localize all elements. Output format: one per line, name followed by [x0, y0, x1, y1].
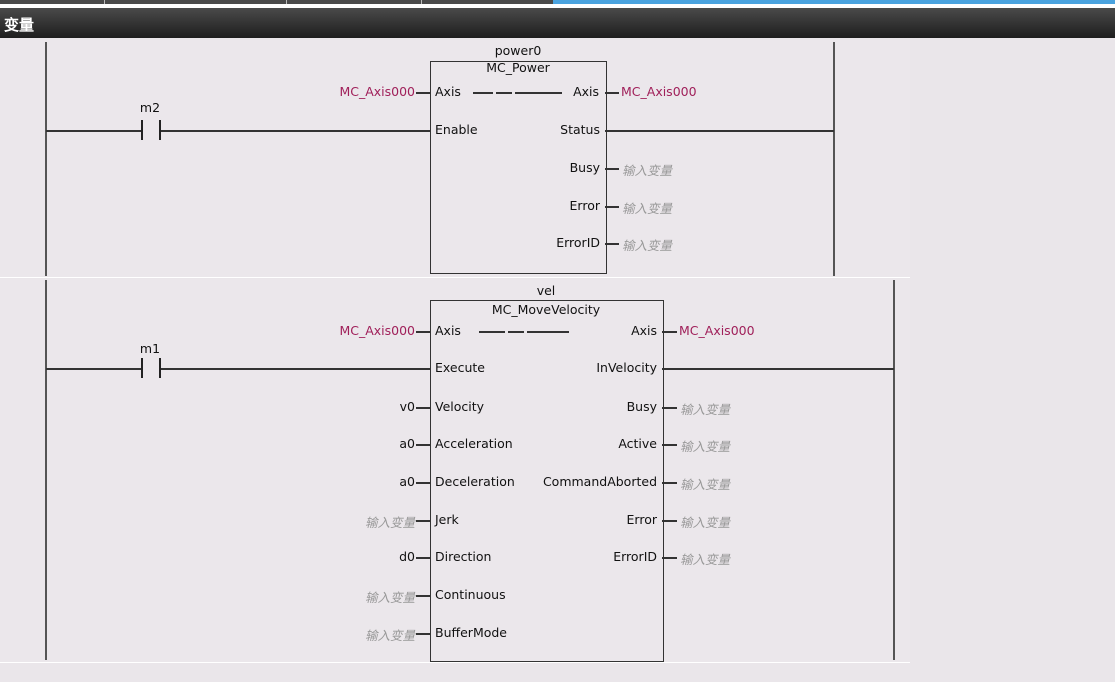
input-var-continuous[interactable]: 输入变量	[365, 587, 415, 606]
pin-error: Error	[626, 512, 657, 527]
panel-title: 变量	[4, 16, 35, 34]
pin-deceleration: Deceleration	[435, 474, 515, 489]
contact-left-bar[interactable]	[141, 358, 143, 378]
rung-separator	[0, 662, 910, 663]
output-var-error[interactable]: 输入变量	[680, 512, 730, 531]
input-var-axis[interactable]: MC_Axis000	[339, 323, 415, 338]
tab-divider	[104, 0, 105, 4]
pin-error: Error	[569, 198, 600, 213]
pin-errorid: ErrorID	[613, 549, 657, 564]
output-var-errorid[interactable]: 输入变量	[622, 235, 672, 254]
pin-continuous: Continuous	[435, 587, 506, 602]
pin-wire	[416, 444, 431, 446]
left-power-rail	[45, 280, 47, 660]
output-var-busy[interactable]: 输入变量	[680, 399, 730, 418]
contact-left-bar[interactable]	[141, 120, 143, 140]
pin-wire	[605, 92, 619, 94]
pin-wire	[662, 482, 677, 484]
fb-type-name: MC_MoveVelocity	[491, 302, 601, 317]
pin-wire	[416, 557, 431, 559]
axis-passthrough	[508, 331, 524, 333]
pin-wire	[605, 243, 619, 245]
pin-commandaborted: CommandAborted	[542, 474, 657, 489]
input-var-buffermode[interactable]: 输入变量	[365, 625, 415, 644]
input-var-deceleration[interactable]: a0	[399, 474, 415, 489]
output-var-errorid[interactable]: 输入变量	[680, 549, 730, 568]
pin-busy: Busy	[569, 160, 600, 175]
pin-wire	[416, 633, 431, 635]
output-var-busy[interactable]: 输入变量	[622, 160, 672, 179]
tab-strip-inactive[interactable]	[0, 0, 553, 4]
rung-wire	[46, 130, 142, 132]
pin-wire	[662, 444, 677, 446]
pin-wire	[416, 520, 431, 522]
output-var-active[interactable]: 输入变量	[680, 436, 730, 455]
fb-instance-name[interactable]: vel	[537, 283, 556, 298]
tab-strip-active[interactable]	[553, 0, 1115, 4]
pin-busy: Busy	[626, 399, 657, 414]
input-var-direction[interactable]: d0	[399, 549, 415, 564]
pin-enable: Enable	[435, 122, 478, 137]
input-var-acceleration[interactable]: a0	[399, 436, 415, 451]
input-var-velocity[interactable]: v0	[400, 399, 415, 414]
pin-wire	[416, 482, 431, 484]
pin-wire	[662, 520, 677, 522]
output-var-commandaborted[interactable]: 输入变量	[680, 474, 730, 493]
rung-wire	[662, 368, 894, 370]
input-var-axis[interactable]: MC_Axis000	[339, 84, 415, 99]
pin-wire	[416, 407, 431, 409]
pin-execute: Execute	[435, 360, 485, 375]
pin-wire	[416, 331, 431, 333]
pin-wire	[416, 92, 431, 94]
input-var-jerk[interactable]: 输入变量	[365, 512, 415, 531]
pin-axis-in: Axis	[435, 84, 461, 99]
rung-wire	[161, 368, 430, 370]
left-power-rail	[45, 42, 47, 276]
axis-passthrough	[496, 92, 512, 94]
pin-status: Status	[560, 122, 600, 137]
fb-type-name: MC_Power	[486, 60, 550, 75]
pin-wire	[662, 331, 677, 333]
pin-wire	[605, 206, 619, 208]
pin-buffermode: BufferMode	[435, 625, 507, 640]
output-var-axis[interactable]: MC_Axis000	[679, 323, 755, 338]
pin-acceleration: Acceleration	[435, 436, 513, 451]
rung-separator	[0, 277, 910, 278]
pin-velocity: Velocity	[435, 399, 485, 414]
contact-m2-label[interactable]: m2	[140, 100, 160, 115]
output-var-axis[interactable]: MC_Axis000	[621, 84, 697, 99]
pin-wire	[662, 557, 677, 559]
pin-axis-in: Axis	[435, 323, 461, 338]
rung-wire	[46, 368, 142, 370]
tab-divider	[421, 0, 422, 4]
rung-wire	[161, 130, 430, 132]
panel-titlebar: 变量	[0, 8, 1115, 38]
pin-errorid: ErrorID	[556, 235, 600, 250]
axis-passthrough	[515, 92, 562, 94]
pin-axis-out: Axis	[573, 84, 599, 99]
output-var-error[interactable]: 输入变量	[622, 198, 672, 217]
pin-wire	[416, 595, 431, 597]
right-power-rail	[833, 42, 835, 276]
axis-passthrough	[473, 92, 493, 94]
axis-passthrough	[479, 331, 505, 333]
contact-m1-label[interactable]: m1	[140, 341, 160, 356]
pin-jerk: Jerk	[435, 512, 459, 527]
pin-wire	[662, 407, 677, 409]
pin-invelocity: InVelocity	[596, 360, 657, 375]
pin-wire	[605, 168, 619, 170]
pin-direction: Direction	[435, 549, 492, 564]
fb-instance-name[interactable]: power0	[495, 43, 542, 58]
ladder-editor-canvas[interactable]: m2 power0 MC_Power MC_Axis000 Axis Axis …	[0, 38, 1115, 682]
axis-passthrough	[527, 331, 569, 333]
tab-divider	[286, 0, 287, 4]
right-power-rail	[893, 280, 895, 660]
pin-axis-out: Axis	[631, 323, 657, 338]
pin-active: Active	[618, 436, 657, 451]
rung-wire	[605, 130, 834, 132]
